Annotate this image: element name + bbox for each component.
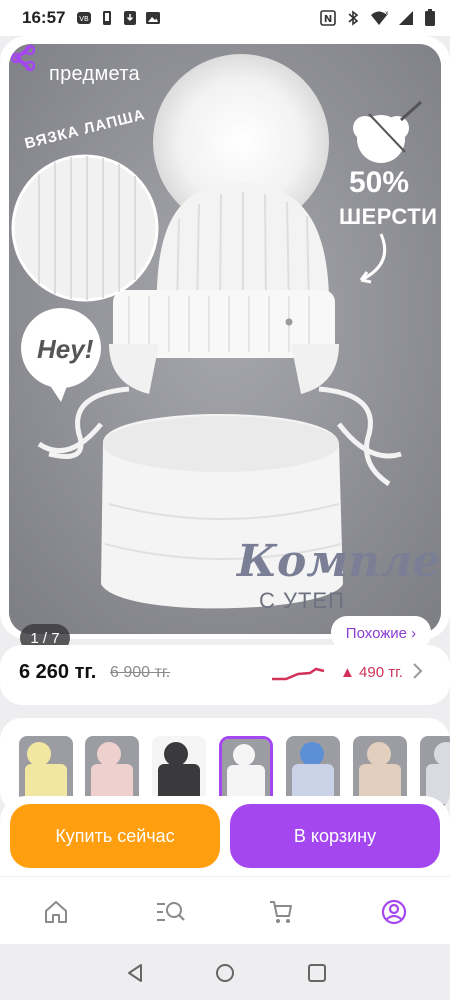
battery-icon [425,9,435,26]
bluetooth-icon [348,10,359,26]
system-recents-icon[interactable] [306,962,328,984]
app-screen: 16:57 VB N x предмета ВЯЗКА ЛАПША 50% ШЕ… [0,0,450,1000]
promo-title: Комплект [237,536,441,587]
image-icon [146,12,161,24]
buy-now-button[interactable]: Купить сейчас [10,804,220,868]
price-change: ▲ 490 тг. [340,664,403,681]
system-back-icon[interactable] [124,962,146,984]
share-icon[interactable] [9,44,37,72]
wifi-icon: x [371,10,388,25]
signal-icon [399,11,413,25]
action-bar: Купить сейчас В корзину [0,796,450,876]
wool-percent: 50% [349,166,410,199]
profile-icon[interactable] [381,899,407,925]
status-time: 16:57 [22,8,66,27]
system-nav-bar [0,944,450,1000]
price-section[interactable]: 6 260 тг. 6 900 тг. ▲ 490 тг. [0,645,450,705]
chevron-right-icon[interactable] [409,660,425,682]
catalog-search-icon[interactable] [155,899,185,925]
product-image[interactable]: предмета ВЯЗКА ЛАПША 50% ШЕРСТИ Hey! Ком… [9,44,441,634]
knit-badge: ВЯЗКА ЛАПША [23,106,151,196]
price-history-graph[interactable] [270,659,326,683]
home-icon[interactable] [43,899,69,925]
status-bar: 16:57 VB N x [0,0,450,36]
hey-bubble-text: Hey! [37,334,94,364]
vk-icon: VB [77,12,92,24]
promo-subtitle: С УТЕП [259,588,345,613]
brand-name[interactable]: предмета [49,63,140,86]
price-old: 6 900 тг. [110,664,171,681]
nfc-icon: N [320,10,336,26]
svg-text:x: x [385,10,388,17]
bottom-nav [0,876,450,944]
download-icon [124,11,137,25]
product-card: предмета ВЯЗКА ЛАПША 50% ШЕРСТИ Hey! Ком… [0,36,450,652]
svg-text:N: N [324,14,332,25]
phone-icon [103,11,112,25]
wool-label: ШЕРСТИ [339,204,438,229]
svg-text:VB: VB [80,15,90,23]
add-to-cart-button[interactable]: В корзину [230,804,440,868]
cart-icon[interactable] [268,899,294,925]
price-current: 6 260 тг. [19,661,97,683]
system-home-icon[interactable] [214,962,236,984]
